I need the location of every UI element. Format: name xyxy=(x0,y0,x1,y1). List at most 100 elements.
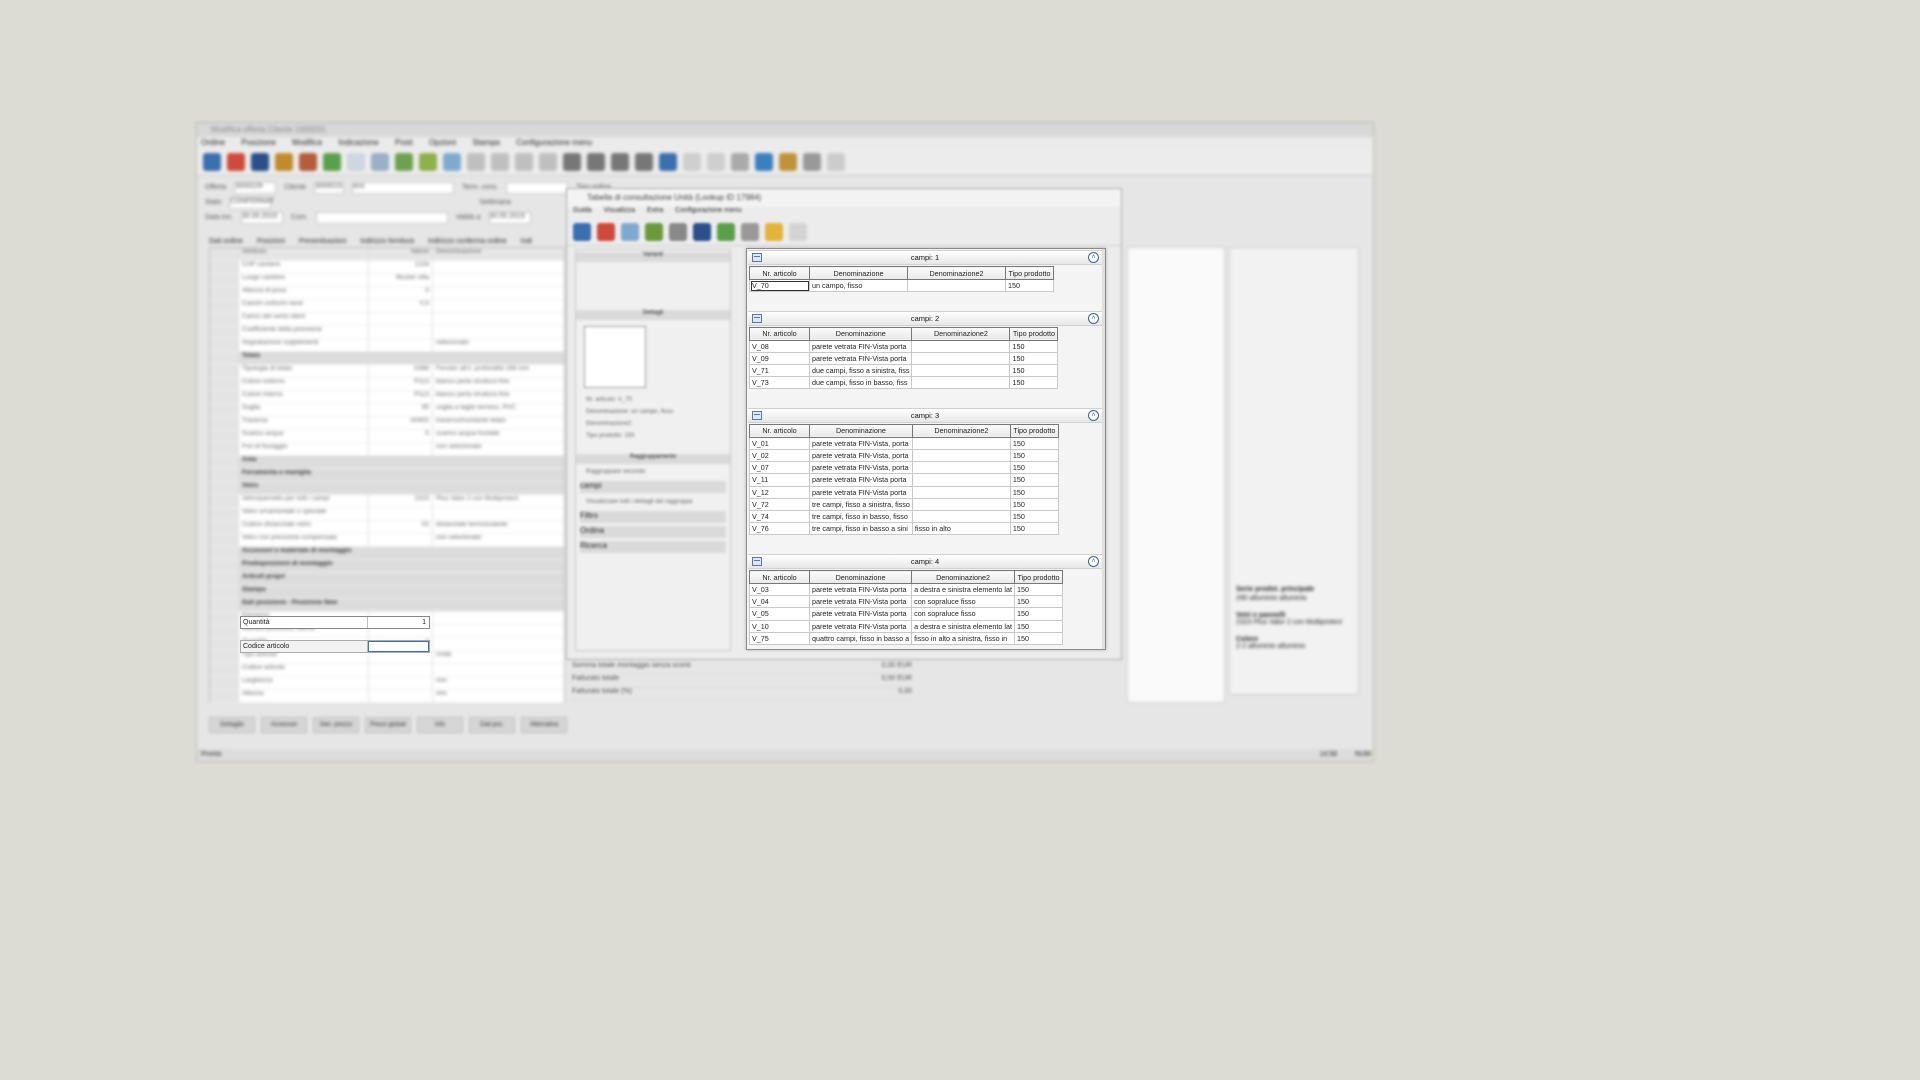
group-icon[interactable] xyxy=(779,153,797,171)
article-number-cell[interactable]: V_72 xyxy=(749,497,810,511)
denominazione-cell[interactable]: un campo, fisso xyxy=(809,278,908,293)
attribute-value[interactable] xyxy=(369,313,433,325)
denominazione2-cell[interactable] xyxy=(911,509,1011,524)
denominazione2-cell[interactable] xyxy=(911,363,1011,378)
attribute-value[interactable] xyxy=(369,547,433,559)
denominazione2-cell[interactable]: a destra e sinistra elemento lat xyxy=(911,619,1015,633)
article-number-cell[interactable]: V_70 xyxy=(749,278,810,293)
grid-row[interactable]: CAP cantiere 1234 xyxy=(210,261,564,274)
collapse-icon[interactable]: ˄ xyxy=(1088,409,1099,421)
document-icon[interactable] xyxy=(347,153,365,171)
edit-icon[interactable] xyxy=(741,223,759,241)
tab-indirizzo-fornitura[interactable]: Indirizzo fornitura xyxy=(360,238,414,245)
grid-row[interactable]: Colore interno P113 bianco perla struttura… xyxy=(210,391,564,404)
varianti-header[interactable]: Varianti xyxy=(576,252,730,262)
export-icon[interactable] xyxy=(827,153,845,171)
article-row[interactable]: V_10 parete vetrata FIN-Vista porta a dest… xyxy=(749,619,1063,633)
menu-item[interactable]: Modifica xyxy=(292,138,322,147)
tipo-prodotto-cell[interactable]: 150 xyxy=(1013,582,1063,597)
tipo-prodotto-cell[interactable]: 150 xyxy=(1013,619,1063,633)
denominazione-cell[interactable]: parete vetrata FIN-Vista, porta xyxy=(809,436,913,450)
menu-item[interactable]: Configurazione menu xyxy=(516,138,592,147)
show-details-checkbox[interactable]: Visualizzare tutti i dettagli del raggru… xyxy=(576,496,730,508)
grid-row[interactable]: Telaio xyxy=(210,352,564,365)
refresh-icon[interactable] xyxy=(717,223,735,241)
column-header[interactable]: Denominazione xyxy=(808,326,913,341)
tool-icon[interactable] xyxy=(683,153,701,171)
raggruppamento-header[interactable]: Raggruppamento xyxy=(576,454,730,464)
grid-row[interactable]: Coefficiente della pressione xyxy=(210,326,564,339)
grid-row[interactable]: Articoli propri xyxy=(210,573,564,586)
valido-field[interactable]: 30.05.2019 xyxy=(488,211,531,224)
calendar-icon[interactable] xyxy=(443,153,461,171)
grid-row[interactable]: Soglia 95 soglia a taglio termico, PVC xyxy=(210,404,564,417)
menu-item[interactable]: Stampa xyxy=(472,138,500,147)
menu-item[interactable]: Posti xyxy=(395,138,413,147)
attribute-value[interactable] xyxy=(369,573,433,585)
gen-prezzo-button[interactable]: Gen. prezzo xyxy=(313,717,359,733)
article-number-cell[interactable]: V_12 xyxy=(749,485,810,499)
tipo-prodotto-cell[interactable]: 150 xyxy=(1009,436,1059,450)
article-number-cell[interactable]: V_11 xyxy=(749,473,810,487)
article-number-cell[interactable]: V_10 xyxy=(749,619,810,633)
column-header[interactable]: Denominazione xyxy=(809,423,913,438)
tab-preventivazioni[interactable]: Preventivazioni xyxy=(299,238,346,245)
accessori-button[interactable]: Accessori xyxy=(261,717,307,733)
denominazione-cell[interactable]: parete vetrata FIN-Vista porta xyxy=(809,485,913,499)
attribute-value[interactable] xyxy=(369,560,433,572)
tipo-prodotto-cell[interactable]: 150 xyxy=(1009,448,1059,463)
filter-icon[interactable] xyxy=(803,153,821,171)
globe-icon[interactable] xyxy=(659,153,677,171)
grid-row[interactable]: Larghezza mm xyxy=(210,677,564,690)
grid-row[interactable]: Segnalazione supplementi selezionato xyxy=(210,339,564,352)
sync-icon[interactable] xyxy=(755,153,773,171)
article-row[interactable]: V_02 parete vetrata FIN-Vista, porta 150 xyxy=(749,448,1059,463)
denominazione-cell[interactable]: parete vetrata FIN-Vista, porta xyxy=(809,448,913,463)
article-row[interactable]: V_04 parete vetrata FIN-Vista porta con so… xyxy=(749,595,1063,609)
attribute-value[interactable] xyxy=(369,534,433,546)
denominazione2-cell[interactable] xyxy=(911,436,1011,450)
collapse-icon[interactable]: ˄ xyxy=(1088,252,1099,263)
dialog-menu-item[interactable]: Configurazione menu xyxy=(675,207,742,214)
attribute-value[interactable] xyxy=(369,599,433,611)
people-icon[interactable] xyxy=(299,153,317,171)
collapse-icon[interactable]: ˄ xyxy=(1088,556,1099,567)
com-field[interactable] xyxy=(315,211,448,224)
group-header[interactable]: campi: 4 ˄ xyxy=(748,554,1102,569)
attribute-value[interactable] xyxy=(369,664,433,676)
grid-row[interactable]: Vetro ornamentale o speciale xyxy=(210,508,564,521)
article-number-cell[interactable]: V_07 xyxy=(749,461,810,475)
column-header[interactable]: Denominazione2 xyxy=(911,570,1015,584)
denominazione-cell[interactable]: parete vetrata FIN-Vista porta xyxy=(808,351,913,365)
denominazione-cell[interactable]: parete vetrata FIN-Vista porta xyxy=(809,473,913,487)
calculator-icon[interactable] xyxy=(587,153,605,171)
grid-row[interactable]: Colore esterno P113 bianco perla struttura… xyxy=(210,378,564,391)
grid-row[interactable]: Anta xyxy=(210,456,564,469)
attribute-value[interactable] xyxy=(369,508,433,520)
grid-row[interactable]: Luogo cantiere Muster villa xyxy=(210,274,564,287)
grid-row[interactable]: Fori di fissaggio non selezionato xyxy=(210,443,564,456)
attribute-value[interactable] xyxy=(369,586,433,598)
tipo-prodotto-cell[interactable]: 150 xyxy=(1009,461,1059,475)
denominazione2-cell[interactable] xyxy=(911,497,1011,511)
grid-row[interactable]: Codice distanziale vetro 02 distanziale te… xyxy=(210,521,564,534)
article-row[interactable]: V_07 parete vetrata FIN-Vista, porta 150 xyxy=(749,461,1059,475)
dialog-menu-item[interactable]: Guida xyxy=(573,207,592,214)
grid-row[interactable]: Accessori e materiale di montaggio xyxy=(210,547,564,560)
grid-header-valore[interactable]: Valore xyxy=(369,248,433,260)
picture-icon[interactable] xyxy=(645,223,663,241)
grid-row[interactable]: Codice articolo xyxy=(210,664,564,677)
denominazione2-cell[interactable] xyxy=(911,339,1011,353)
cliente-name-field[interactable]: test xyxy=(352,181,455,194)
grid-row[interactable]: Vetro/pannello per tutti i campi 2323 Plus… xyxy=(210,495,564,508)
attribute-value[interactable]: P113 xyxy=(369,378,433,390)
tipo-prodotto-cell[interactable]: 150 xyxy=(1009,376,1059,390)
denominazione-cell[interactable]: due campi, fisso a sinistra, fiss xyxy=(808,363,913,378)
denominazione-cell[interactable]: parete vetrata FIN-Vista porta xyxy=(808,582,913,597)
info-button[interactable]: Info xyxy=(417,717,463,733)
article-number-cell[interactable]: V_03 xyxy=(749,582,810,597)
data-field[interactable]: 30.05.2019 xyxy=(241,211,284,224)
grid-header-attributo[interactable]: Attributo xyxy=(239,248,369,260)
grid-row[interactable]: Altezza di posa 0 xyxy=(210,287,564,300)
denominazione2-cell[interactable]: a destra e sinistra elemento lat xyxy=(911,582,1015,597)
